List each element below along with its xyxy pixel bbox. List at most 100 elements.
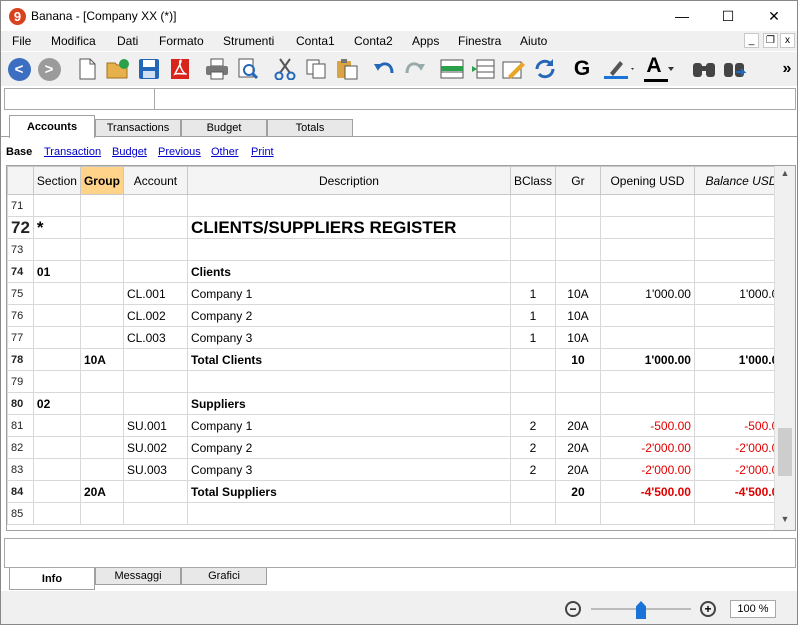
paste-icon[interactable] [334,56,360,82]
view-budget[interactable]: Budget [112,146,147,158]
menu-file[interactable]: File [12,34,31,48]
row-number[interactable]: 78 [7,348,34,371]
account-cell[interactable] [122,348,188,371]
opening-cell[interactable] [599,194,695,217]
section-cell[interactable] [32,370,81,393]
view-previous[interactable]: Previous [158,146,201,158]
bclass-cell[interactable] [509,260,556,283]
gr-cell[interactable]: 20A [554,458,601,481]
row-number[interactable]: 74 [7,260,34,283]
opening-cell[interactable]: -4'500.00 [599,480,695,503]
opening-cell[interactable] [599,304,695,327]
undo-icon[interactable] [371,56,397,82]
account-cell[interactable] [122,370,188,393]
description-cell[interactable] [186,238,511,261]
bclass-cell[interactable] [509,238,556,261]
zoom-level[interactable]: 100 % [730,600,776,618]
mdi-close-button[interactable]: x [780,33,795,48]
scroll-up-icon[interactable]: ▲ [775,168,795,182]
section-cell[interactable] [32,282,81,305]
section-cell[interactable] [32,502,81,525]
account-cell[interactable]: SU.003 [122,458,188,481]
account-cell[interactable]: CL.003 [122,326,188,349]
opening-cell[interactable]: 1'000.00 [599,282,695,305]
gr-cell[interactable]: 20A [554,436,601,459]
view-print[interactable]: Print [251,146,274,158]
opening-cell[interactable] [599,238,695,261]
group-cell[interactable]: 10A [79,348,124,371]
group-cell[interactable] [79,238,124,261]
view-other[interactable]: Other [211,146,239,158]
gr-cell[interactable] [554,238,601,261]
group-cell[interactable] [79,370,124,393]
text-color-icon[interactable]: A [641,54,681,82]
cut-icon[interactable] [272,56,298,82]
row-number[interactable]: 77 [7,326,34,349]
cell-address-bar[interactable] [4,88,796,110]
bclass-cell[interactable] [509,194,556,217]
gr-cell[interactable]: 10A [554,282,601,305]
new-file-icon[interactable] [74,56,100,82]
description-cell[interactable]: Clients [186,260,511,283]
account-cell[interactable]: SU.001 [122,414,188,437]
bclass-cell[interactable] [509,348,556,371]
redo-icon[interactable] [402,56,428,82]
account-cell[interactable] [122,392,188,415]
opening-cell[interactable]: 1'000.00 [599,348,695,371]
scroll-down-icon[interactable]: ▼ [775,514,795,528]
description-cell[interactable] [186,370,511,393]
opening-cell[interactable]: -500.00 [599,414,695,437]
tab-messaggi[interactable]: Messaggi [95,568,181,585]
row-number[interactable]: 81 [7,414,34,437]
column-header-section[interactable]: Section [32,166,81,195]
menu-formato[interactable]: Formato [159,34,204,48]
account-cell[interactable] [122,480,188,503]
section-cell[interactable] [32,348,81,371]
group-cell[interactable] [79,216,124,239]
group-cell[interactable] [79,436,124,459]
group-cell[interactable] [79,326,124,349]
row-number[interactable]: 80 [7,392,34,415]
row-number[interactable]: 82 [7,436,34,459]
section-cell[interactable] [32,304,81,327]
description-cell[interactable]: Company 2 [186,304,511,327]
mdi-minimize-button[interactable]: _ [744,33,759,48]
gr-cell[interactable]: 10A [554,326,601,349]
row-number[interactable]: 75 [7,282,34,305]
bclass-cell[interactable] [509,392,556,415]
description-cell[interactable]: Company 3 [186,458,511,481]
section-cell[interactable]: * [32,216,81,239]
column-header-group[interactable]: Group [79,166,124,195]
group-cell[interactable] [79,282,124,305]
row-number[interactable]: 76 [7,304,34,327]
row-number[interactable]: 73 [7,238,34,261]
gr-cell[interactable] [554,216,601,239]
bclass-cell[interactable] [509,480,556,503]
bold-icon[interactable]: G [569,56,595,82]
section-cell[interactable] [32,238,81,261]
row-number[interactable]: 79 [7,370,34,393]
gr-cell[interactable] [554,260,601,283]
scroll-thumb[interactable] [778,428,792,476]
opening-cell[interactable] [599,370,695,393]
section-cell[interactable] [32,436,81,459]
section-cell[interactable] [32,194,81,217]
menu-conta1[interactable]: Conta1 [296,34,335,48]
description-cell[interactable] [186,502,511,525]
group-cell[interactable] [79,458,124,481]
column-header-account[interactable]: Account [122,166,188,195]
menu-modifica[interactable]: Modifica [51,34,96,48]
menu-strumenti[interactable]: Strumenti [223,34,274,48]
account-cell[interactable]: CL.002 [122,304,188,327]
copy-icon[interactable] [303,56,329,82]
description-cell[interactable]: Suppliers [186,392,511,415]
row-number[interactable]: 83 [7,458,34,481]
account-cell[interactable] [122,238,188,261]
tab-totals[interactable]: Totals [267,119,353,137]
group-cell[interactable] [79,194,124,217]
gr-cell[interactable] [554,392,601,415]
account-cell[interactable] [122,216,188,239]
insert-rows-icon[interactable] [470,56,496,82]
tab-budget[interactable]: Budget [181,119,267,137]
bclass-cell[interactable]: 2 [509,414,556,437]
